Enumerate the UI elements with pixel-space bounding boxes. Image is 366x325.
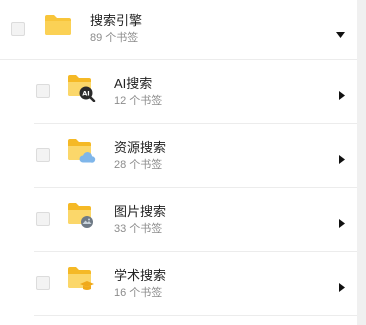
folder-title: 学术搜索	[114, 268, 167, 283]
folder-row-ai-search[interactable]: AI AI搜索 12 个书签	[34, 60, 357, 124]
folder-title: AI搜索	[114, 76, 153, 91]
select-checkbox[interactable]	[36, 276, 50, 290]
folder-icon: AI	[67, 74, 97, 107]
bookmark-count: 28 个书签	[114, 159, 163, 171]
folder-text: 搜索引擎 89 个书签	[90, 13, 142, 45]
folder-title: 搜索引擎	[90, 13, 143, 28]
caret-right-icon[interactable]	[339, 151, 345, 169]
folder-row-resource-search[interactable]: 资源搜索 28 个书签	[34, 124, 357, 188]
select-checkbox[interactable]	[36, 212, 50, 226]
folder-title: 资源搜索	[114, 140, 167, 155]
svg-text:AI: AI	[82, 90, 89, 98]
folder-row-image-search[interactable]: 图片搜索 33 个书签	[34, 188, 357, 252]
ai-search-badge-icon: AI	[79, 86, 96, 103]
bookmark-folder-panel: 搜索引擎 89 个书签 AI AI搜索 12 个书签 资源搜索 28 个书签 图…	[0, 0, 366, 325]
folder-text: 资源搜索 28 个书签	[114, 140, 166, 172]
caret-right-icon[interactable]	[339, 279, 345, 297]
bookmark-count: 16 个书签	[114, 287, 163, 299]
folder-icon	[67, 138, 97, 171]
bookmark-count: 89 个书签	[90, 32, 139, 44]
folder-row-academic-search[interactable]: 学术搜索 16 个书签	[34, 252, 357, 316]
bookmark-count: 33 个书签	[114, 223, 163, 235]
caret-down-icon[interactable]	[336, 25, 345, 43]
folder-text: 图片搜索 33 个书签	[114, 204, 166, 236]
select-checkbox[interactable]	[36, 148, 50, 162]
folder-icon	[44, 14, 72, 41]
select-checkbox[interactable]	[36, 84, 50, 98]
caret-right-icon[interactable]	[339, 87, 345, 105]
folder-text: AI搜索 12 个书签	[114, 76, 162, 108]
select-checkbox[interactable]	[11, 22, 25, 36]
folder-row-search-engines[interactable]: 搜索引擎 89 个书签	[0, 0, 357, 60]
scrollbar[interactable]	[357, 0, 366, 325]
folder-title: 图片搜索	[114, 204, 167, 219]
image-badge-icon	[81, 216, 93, 228]
bookmark-count: 12 个书签	[114, 95, 163, 107]
folder-text: 学术搜索 16 个书签	[114, 268, 166, 300]
folder-icon	[67, 202, 97, 235]
caret-right-icon[interactable]	[339, 215, 345, 233]
folder-icon	[67, 266, 97, 299]
